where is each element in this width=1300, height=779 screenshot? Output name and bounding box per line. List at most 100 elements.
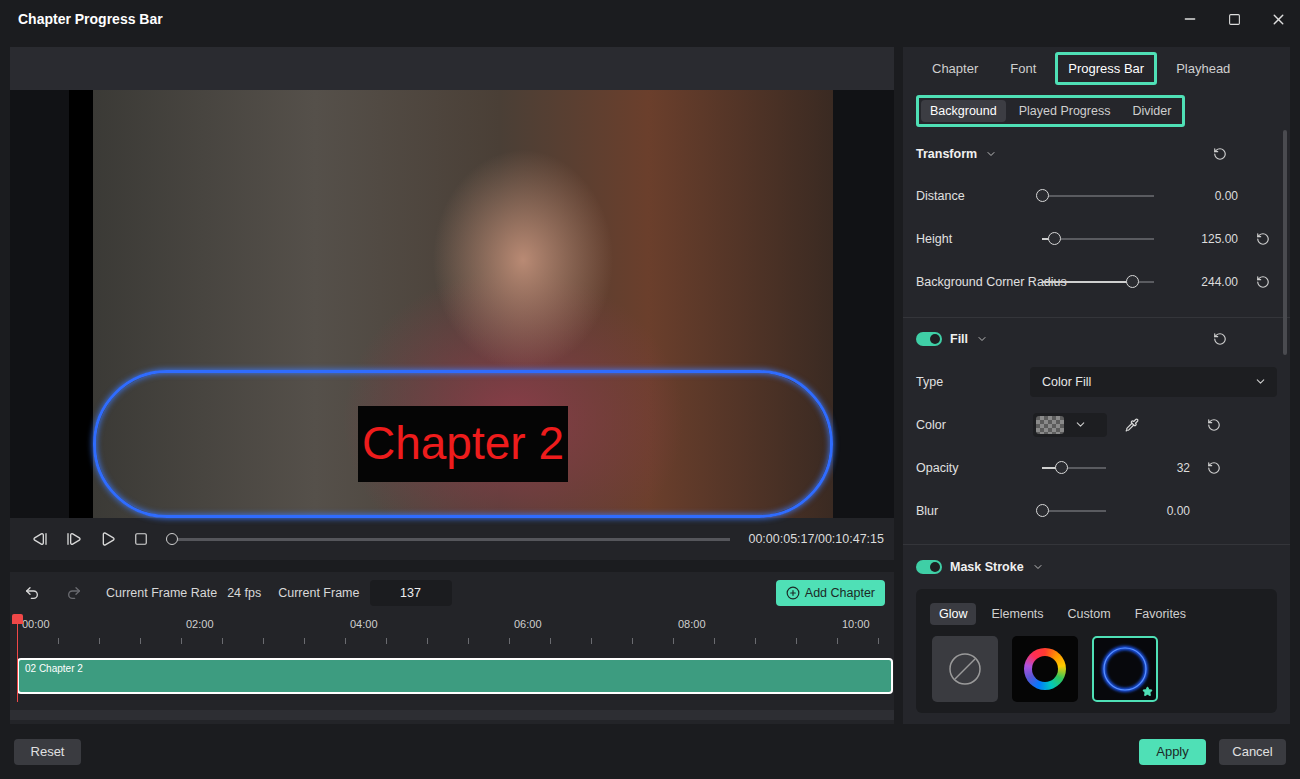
dialog-footer: Reset Apply Cancel — [0, 724, 1300, 779]
slider-row: Blur0.00 — [916, 489, 1277, 532]
slider-value[interactable]: 244.00 — [1160, 275, 1238, 289]
chevron-down-icon[interactable] — [976, 333, 988, 345]
sub-tab[interactable]: Played Progress — [1010, 100, 1120, 122]
minimize-button[interactable] — [1168, 0, 1212, 38]
preset-tab[interactable]: Elements — [982, 603, 1052, 625]
play-button[interactable] — [100, 531, 116, 547]
maximize-button[interactable] — [1212, 0, 1256, 38]
slider-value[interactable]: 125.00 — [1160, 232, 1238, 246]
settings-tab[interactable]: Font — [997, 52, 1049, 85]
undo-icon — [24, 585, 40, 601]
slider[interactable] — [1042, 510, 1106, 512]
add-chapter-button[interactable]: Add Chapter — [776, 580, 885, 606]
preset-tab[interactable]: Favorites — [1126, 603, 1195, 625]
current-frame-input[interactable]: 137 — [370, 580, 452, 606]
main-area: Chapter 200:00:05:17/00:10:47:15Current … — [0, 38, 1300, 724]
reset-icon[interactable] — [1207, 461, 1277, 475]
preset-tab[interactable]: Glow — [930, 603, 976, 625]
eyedropper-icon[interactable] — [1125, 418, 1139, 432]
fill-section: FillTypeColor FillColorOpacity32Blur0.00 — [903, 318, 1290, 545]
cancel-button[interactable]: Cancel — [1219, 739, 1286, 765]
letterbox-left — [10, 90, 69, 518]
transform-section: TransformDistance0.00Height125.00Backgro… — [903, 134, 1290, 318]
timeline-panel: Current Frame Rate24 fpsCurrent Frame137… — [10, 572, 894, 724]
settings-panel: ChapterFontProgress BarPlayhead Backgroun… — [903, 47, 1290, 724]
slider-knob[interactable] — [1048, 232, 1061, 245]
current-frame-label: Current Frame — [278, 586, 359, 600]
slider-value[interactable]: 0.00 — [1160, 189, 1238, 203]
settings-tab[interactable]: Playhead — [1163, 52, 1243, 85]
slider[interactable] — [1042, 281, 1154, 283]
wheel-hole — [1032, 656, 1058, 682]
playhead[interactable] — [17, 614, 18, 702]
slider-knob[interactable] — [1126, 275, 1139, 288]
previous-frame-button[interactable] — [32, 531, 48, 547]
letterbox-strip — [69, 90, 93, 518]
scrub-knob[interactable] — [166, 533, 178, 545]
slider-value[interactable]: 32 — [1112, 461, 1190, 475]
dropdown-icon — [1074, 418, 1087, 431]
slider-knob[interactable] — [1036, 189, 1049, 202]
stop-icon — [134, 532, 148, 546]
apply-button[interactable]: Apply — [1139, 739, 1206, 765]
type-row: TypeColor Fill — [916, 360, 1277, 403]
redo-icon — [66, 585, 82, 601]
slider-fill — [1042, 281, 1132, 283]
redo-button[interactable] — [66, 585, 82, 601]
settings-tab[interactable]: Chapter — [919, 52, 991, 85]
scrollbar-thumb[interactable] — [1283, 130, 1287, 355]
ruler-label: 04:00 — [346, 618, 510, 630]
color-wheel-icon — [1024, 648, 1066, 690]
reset-icon[interactable] — [1207, 418, 1221, 432]
video-row: Chapter 2 — [10, 90, 894, 518]
slider[interactable] — [1042, 195, 1154, 197]
undo-button[interactable] — [24, 585, 40, 601]
settings-tab[interactable]: Progress Bar — [1055, 52, 1157, 85]
reset-icon[interactable] — [1256, 275, 1277, 289]
slider-knob[interactable] — [1055, 461, 1068, 474]
scrub-track[interactable] — [166, 538, 730, 541]
reset-button[interactable]: Reset — [14, 739, 81, 765]
type-dropdown[interactable]: Color Fill — [1030, 367, 1277, 397]
empty-track — [10, 710, 894, 720]
section-header: Mask Stroke — [916, 545, 1277, 589]
reset-icon[interactable] — [1213, 147, 1227, 161]
chapter-track: 02 Chapter 2 — [10, 658, 894, 694]
preset-tab[interactable]: Custom — [1059, 603, 1120, 625]
mask-stroke-section: Mask Stroke Glow Elements Custom Favorites — [903, 545, 1290, 713]
fill-toggle[interactable] — [916, 332, 942, 346]
reset-icon[interactable] — [1256, 232, 1277, 246]
close-button[interactable] — [1256, 0, 1300, 38]
mask-stroke-toggle[interactable] — [916, 560, 942, 574]
timeline-toolbar: Current Frame Rate24 fpsCurrent Frame137… — [10, 578, 894, 608]
next-frame-button[interactable] — [66, 531, 82, 547]
slider-row: Distance0.00 — [916, 174, 1277, 217]
reset-icon[interactable] — [1213, 332, 1227, 346]
slider[interactable] — [1042, 238, 1154, 240]
color-picker[interactable] — [1033, 413, 1107, 437]
chevron-down-icon[interactable] — [1032, 561, 1044, 573]
preset-grid — [930, 636, 1277, 702]
toggle-knob — [930, 562, 940, 572]
row-label: Height — [916, 232, 1036, 246]
section-header: Fill — [916, 318, 1277, 360]
chapter-clip[interactable]: 02 Chapter 2 — [17, 658, 893, 694]
maximize-icon — [1228, 13, 1241, 26]
preset-none[interactable] — [932, 636, 998, 702]
time-ruler: 00:0002:0004:0006:0008:0010:00 — [10, 608, 894, 644]
slider-row: Background Corner Radius 244.00 — [916, 260, 1277, 303]
stop-button[interactable] — [134, 532, 148, 546]
slider-value[interactable]: 0.00 — [1112, 504, 1190, 518]
sub-tab[interactable]: Divider — [1123, 100, 1180, 122]
slider[interactable] — [1042, 467, 1106, 469]
chevron-down-icon[interactable] — [985, 148, 997, 160]
video-frame: Chapter 2 — [93, 90, 833, 518]
left-column: Chapter 200:00:05:17/00:10:47:15Current … — [10, 47, 894, 724]
slider-knob[interactable] — [1036, 504, 1049, 517]
row-label: Background Corner Radius — [916, 275, 1036, 289]
playhead-handle[interactable] — [12, 614, 23, 624]
sub-tab[interactable]: Background — [921, 100, 1006, 122]
preset-wheel[interactable] — [1012, 636, 1078, 702]
previous-frame-icon — [32, 531, 48, 547]
preset-arc[interactable] — [1092, 636, 1158, 702]
